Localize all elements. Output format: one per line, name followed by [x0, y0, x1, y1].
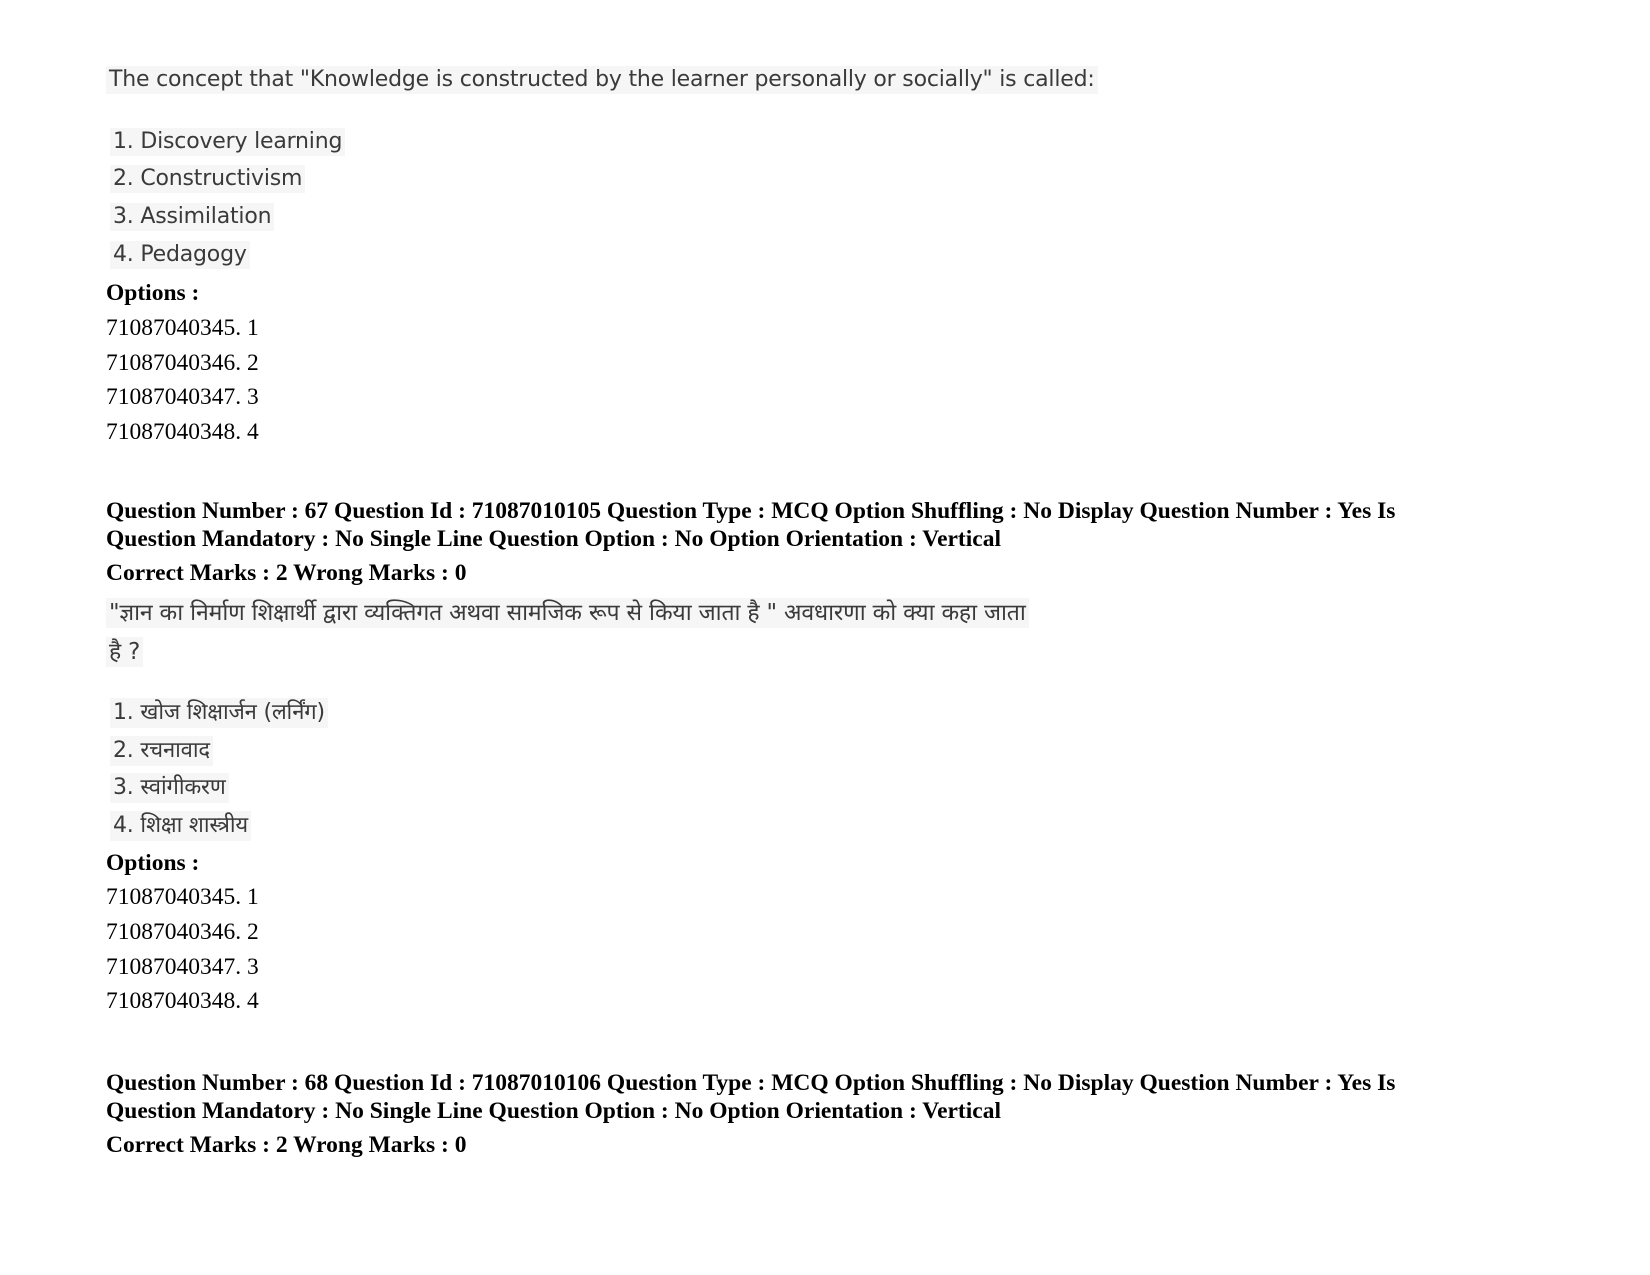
- question-text-line-1: "ज्ञान का निर्माण शिक्षार्थी द्वारा व्यक…: [106, 598, 1029, 628]
- question-marks: Correct Marks : 2 Wrong Marks : 0: [106, 1132, 467, 1158]
- option-id: 71087040346. 2: [106, 919, 259, 945]
- choice-item: 2. Constructivism: [110, 165, 306, 193]
- choice-item: 4. Pedagogy: [110, 241, 250, 269]
- option-id: 71087040348. 4: [106, 419, 259, 445]
- question-text: The concept that "Knowledge is construct…: [106, 66, 1098, 94]
- options-label: Options :: [106, 850, 200, 876]
- option-id: 71087040348. 4: [106, 988, 259, 1014]
- option-id: 71087040345. 1: [106, 884, 259, 910]
- choice-item: 1. खोज शिक्षार्जन (लर्निंग): [110, 698, 328, 728]
- question-header-line-2: Question Mandatory : No Single Line Ques…: [106, 1098, 1001, 1124]
- choice-item: 1. Discovery learning: [110, 128, 346, 156]
- option-id: 71087040345. 1: [106, 315, 259, 341]
- question-text-line-2: है ?: [106, 637, 144, 667]
- option-id: 71087040347. 3: [106, 954, 259, 980]
- option-id: 71087040346. 2: [106, 350, 259, 376]
- question-header-line-1: Question Number : 67 Question Id : 71087…: [106, 498, 1396, 524]
- choice-item: 2. रचनावाद: [110, 736, 213, 766]
- question-marks: Correct Marks : 2 Wrong Marks : 0: [106, 560, 467, 586]
- question-header-line-2: Question Mandatory : No Single Line Ques…: [106, 526, 1001, 552]
- choice-item: 3. Assimilation: [110, 203, 275, 231]
- choice-item: 3. स्वांगीकरण: [110, 773, 229, 803]
- choice-item: 4. शिक्षा शास्त्रीय: [110, 811, 251, 841]
- options-label: Options :: [106, 280, 200, 306]
- question-header-line-1: Question Number : 68 Question Id : 71087…: [106, 1070, 1396, 1096]
- option-id: 71087040347. 3: [106, 384, 259, 410]
